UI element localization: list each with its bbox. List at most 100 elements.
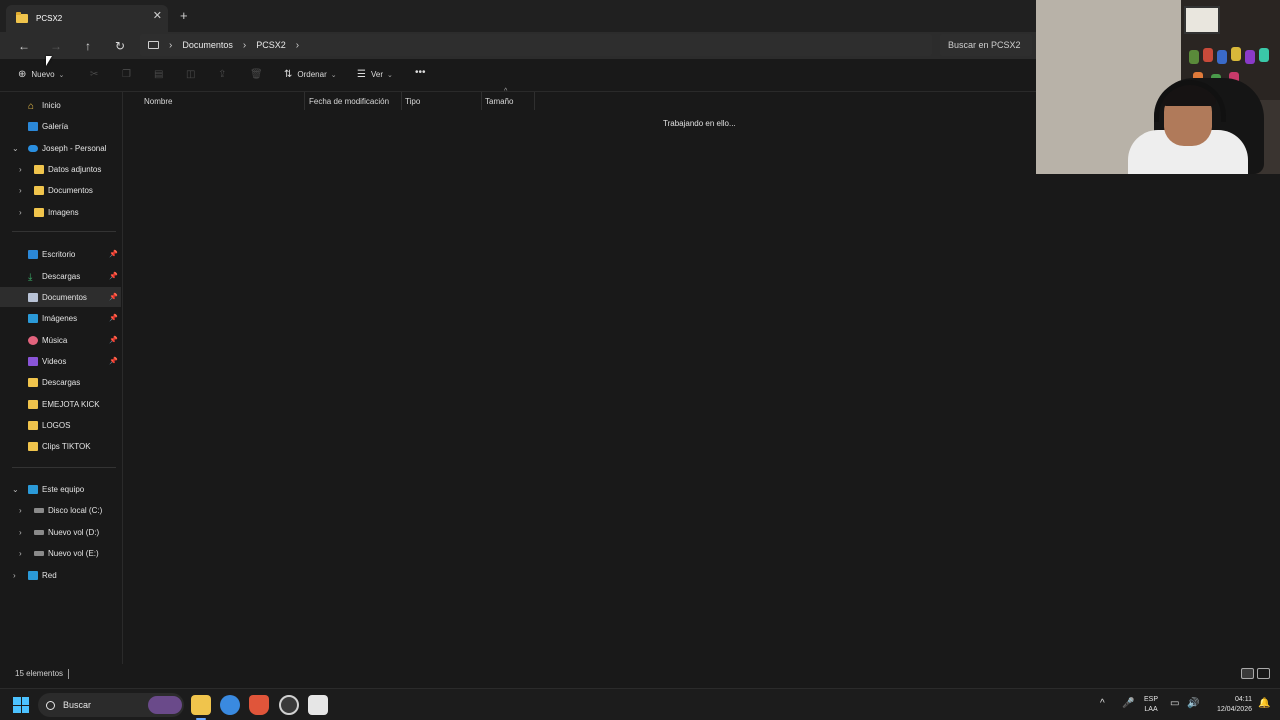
- view-button[interactable]: ☰ Ver ⌄: [357, 69, 393, 80]
- breadcrumb-documentos[interactable]: Documentos: [182, 40, 233, 50]
- paste-icon[interactable]: ▤: [154, 69, 163, 80]
- chevron-right-icon[interactable]: ›: [19, 208, 22, 217]
- language-code: ESP: [1144, 696, 1159, 703]
- chrome-icon[interactable]: [220, 695, 240, 715]
- more-options-button[interactable]: •••: [415, 67, 426, 78]
- figure: [1203, 48, 1213, 62]
- column-header-name[interactable]: Nombre: [144, 95, 172, 109]
- tab-strip: PCSX2 ✕ +: [0, 0, 1036, 32]
- images-icon: [28, 313, 38, 323]
- back-button[interactable]: ←: [13, 36, 35, 56]
- column-separator[interactable]: [534, 92, 535, 110]
- poster: [1184, 6, 1220, 34]
- show-hidden-icons-chevron-icon[interactable]: ^: [1100, 698, 1105, 709]
- column-header-date[interactable]: Fecha de modificación: [309, 95, 389, 109]
- sidebar-item-documentos[interactable]: Documentos 📌: [0, 287, 121, 307]
- tiles-view-icon[interactable]: [1257, 668, 1270, 679]
- tab-pcsx2[interactable]: PCSX2 ✕: [6, 5, 168, 32]
- sidebar-item-label: Música: [42, 335, 68, 345]
- windows-start-icon[interactable]: [13, 697, 29, 713]
- search-input[interactable]: Buscar en PCSX2: [940, 34, 1032, 56]
- column-header-size[interactable]: Tamaño: [485, 95, 513, 109]
- address-bar[interactable]: › Documentos › PCSX2 ›: [140, 34, 932, 56]
- column-header-type[interactable]: Tipo: [405, 95, 420, 109]
- sidebar-item-imagenes[interactable]: Imágenes 📌: [0, 308, 121, 328]
- language-indicator[interactable]: ESP LAA: [1144, 695, 1158, 715]
- sidebar-item-label: Nuevo vol (E:): [48, 548, 99, 558]
- volume-icon[interactable]: 🔊: [1187, 698, 1199, 709]
- chevron-right-icon[interactable]: ›: [19, 528, 22, 537]
- sidebar-item-emejota-kick[interactable]: EMEJOTA KICK: [0, 394, 121, 414]
- notifications-icon[interactable]: 🔔: [1258, 698, 1270, 709]
- taskbar-search-label: Buscar: [63, 700, 92, 710]
- sidebar-item-descargas-folder[interactable]: Descargas: [0, 372, 121, 392]
- sidebar-item-onedrive[interactable]: ⌄ Joseph - Personal: [0, 138, 121, 158]
- share-icon[interactable]: ⇪: [218, 69, 226, 80]
- chevron-down-icon[interactable]: ⌄: [12, 144, 19, 153]
- sidebar-item-label: EMEJOTA KICK: [42, 399, 100, 409]
- sidebar-item-imagens[interactable]: › Imagens: [0, 202, 121, 222]
- sidebar-item-escritorio[interactable]: Escritorio 📌: [0, 244, 121, 264]
- figure: [1217, 50, 1227, 64]
- capcut-icon[interactable]: [308, 695, 328, 715]
- file-explorer-icon[interactable]: [191, 695, 211, 715]
- chevron-down-icon[interactable]: ⌄: [12, 485, 19, 494]
- clock[interactable]: 04:11 12/04/2026: [1206, 695, 1252, 715]
- brave-icon[interactable]: [249, 695, 269, 715]
- sidebar-item-datos-adjuntos[interactable]: › Datos adjuntos: [0, 159, 121, 179]
- desktop-icon: [28, 249, 38, 259]
- chevron-right-icon[interactable]: ›: [19, 165, 22, 174]
- column-separator[interactable]: [401, 92, 402, 110]
- sidebar-item-vol-e[interactable]: › Nuevo vol (E:): [0, 543, 121, 563]
- sort-label: Ordenar: [297, 70, 327, 79]
- tab-close-button[interactable]: ✕: [153, 9, 162, 22]
- new-button[interactable]: ⊕ Nuevo ⌄: [18, 69, 64, 80]
- chevron-right-icon[interactable]: ›: [19, 506, 22, 515]
- network-tray-icon[interactable]: ▭: [1170, 698, 1179, 709]
- sidebar-item-label: Imágenes: [42, 313, 78, 323]
- chevron-right-icon: ›: [169, 39, 173, 51]
- obs-icon[interactable]: [279, 695, 299, 715]
- sidebar-item-clips-tiktok[interactable]: Clips TIKTOK: [0, 436, 121, 456]
- chevron-down-icon: ⌄: [386, 71, 393, 79]
- delete-icon[interactable]: 🗑: [250, 69, 263, 80]
- sort-button[interactable]: ⇅ Ordenar ⌄: [284, 69, 337, 80]
- breadcrumb-pcsx2[interactable]: PCSX2: [256, 40, 286, 50]
- copy-icon[interactable]: ❐: [122, 69, 131, 80]
- column-separator[interactable]: [304, 92, 305, 110]
- details-view-icon[interactable]: [1241, 668, 1254, 679]
- refresh-button[interactable]: ↻: [109, 36, 131, 56]
- sidebar-item-videos[interactable]: Videos 📌: [0, 351, 121, 371]
- home-icon: ⌂: [28, 100, 35, 112]
- sidebar-item-inicio[interactable]: ⌂ Inicio: [0, 95, 121, 115]
- status-bar: 15 elementos: [0, 664, 1280, 684]
- sidebar-item-galeria[interactable]: Galería: [0, 116, 121, 136]
- chevron-right-icon[interactable]: ›: [19, 186, 22, 195]
- sidebar-item-disco-c[interactable]: › Disco local (C:): [0, 500, 121, 520]
- new-tab-button[interactable]: +: [180, 8, 188, 23]
- sidebar-item-vol-d[interactable]: › Nuevo vol (D:): [0, 522, 121, 542]
- sidebar-item-este-equipo[interactable]: ⌄ Este equipo: [0, 479, 121, 499]
- chevron-right-icon[interactable]: ›: [19, 549, 22, 558]
- chevron-right-icon[interactable]: ›: [13, 571, 16, 580]
- sidebar-item-red[interactable]: › Red: [0, 565, 121, 585]
- up-button[interactable]: ↑: [77, 36, 99, 56]
- column-separator[interactable]: [481, 92, 482, 110]
- sort-icon: ⇅: [284, 69, 293, 80]
- rename-icon[interactable]: ◫: [186, 69, 195, 80]
- forward-button[interactable]: →: [45, 36, 67, 56]
- cut-icon[interactable]: ✂: [90, 69, 98, 80]
- taskbar-search[interactable]: Buscar: [38, 693, 184, 717]
- sidebar-item-musica[interactable]: Música 📌: [0, 330, 121, 350]
- sidebar-item-descargas[interactable]: ⤓ Descargas 📌: [0, 266, 121, 286]
- sidebar-item-documentos-cloud[interactable]: › Documentos: [0, 180, 121, 200]
- sidebar-item-label: Galería: [42, 121, 69, 131]
- figure: [1189, 50, 1199, 64]
- monitor-icon: [148, 41, 159, 49]
- sidebar-item-logos[interactable]: LOGOS: [0, 415, 121, 435]
- microphone-icon[interactable]: 🎤: [1122, 698, 1134, 709]
- sidebar-item-label: Red: [42, 570, 57, 580]
- chevron-right-icon[interactable]: ›: [296, 40, 299, 51]
- chevron-down-icon: ⌄: [330, 71, 337, 79]
- clock-date: 12/04/2026: [1216, 706, 1252, 713]
